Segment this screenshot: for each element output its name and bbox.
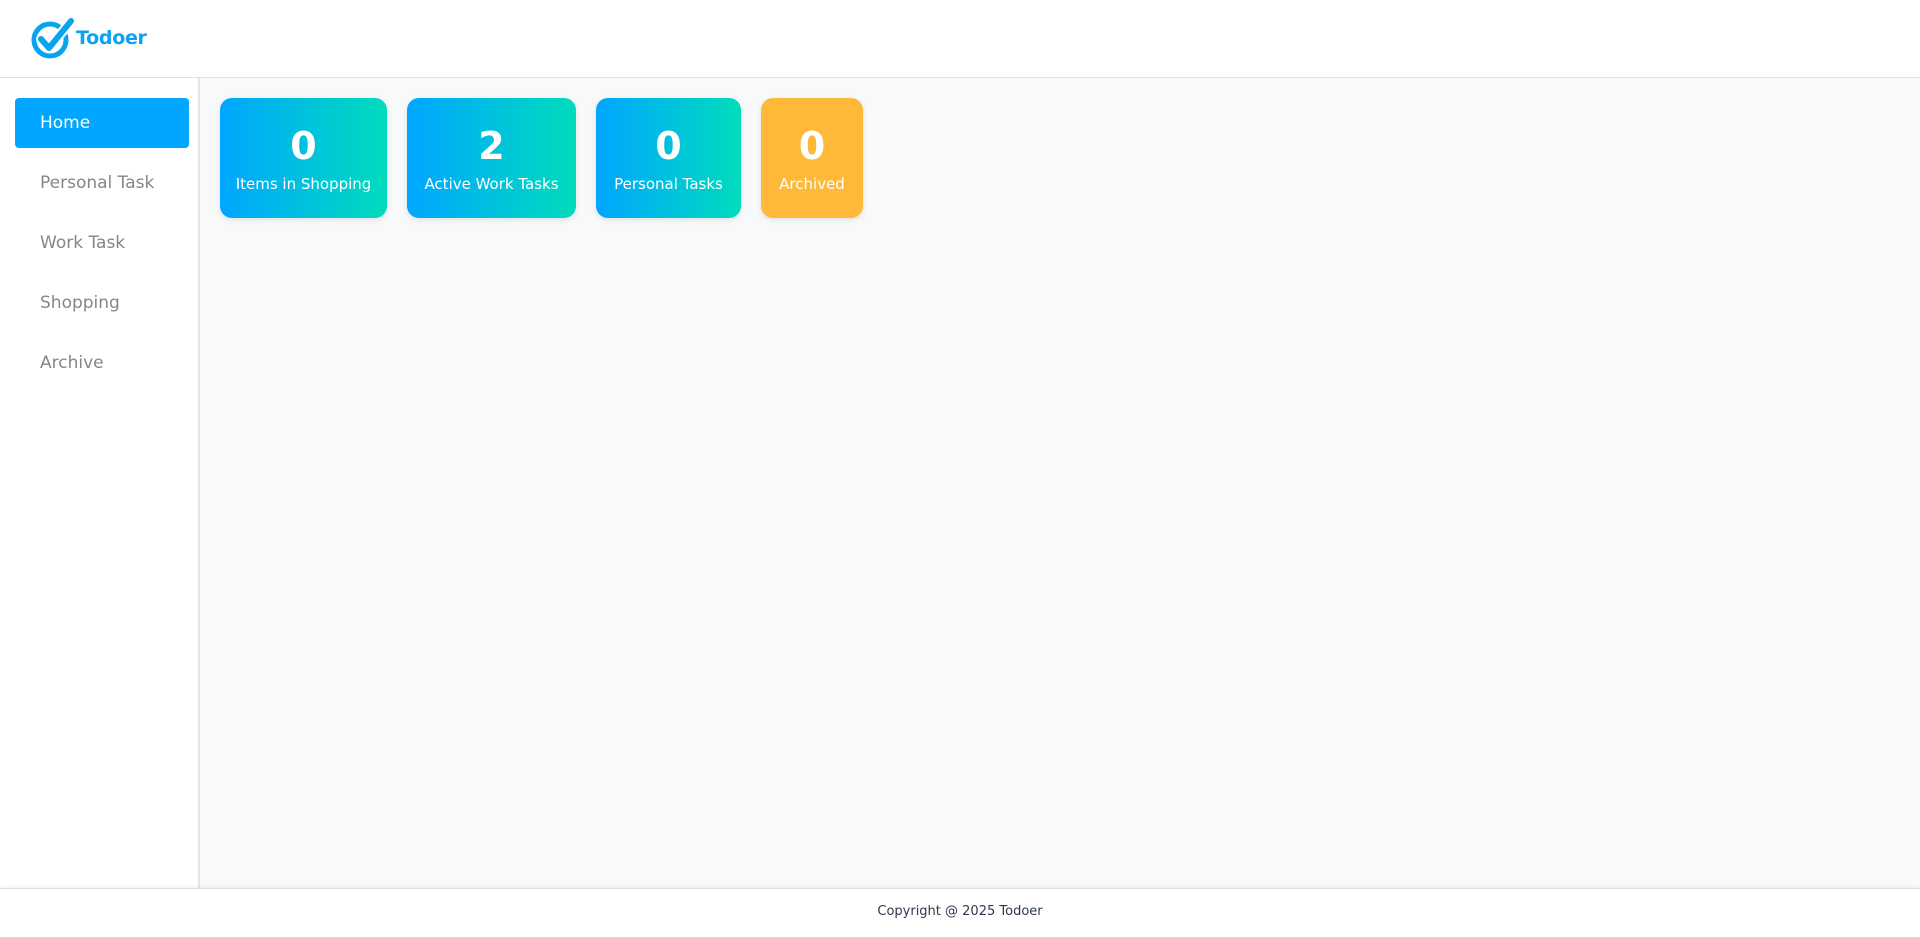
sidebar-item-personal-task[interactable]: Personal Task bbox=[15, 158, 189, 208]
stat-value: 0 bbox=[290, 124, 317, 168]
sidebar-item-work-task[interactable]: Work Task bbox=[15, 218, 189, 268]
stat-value: 0 bbox=[798, 124, 826, 168]
logo[interactable]: Todoer bbox=[31, 17, 147, 59]
stat-label: Active Work Tasks bbox=[424, 175, 559, 193]
stat-card-archived[interactable]: 0 Archived bbox=[761, 98, 863, 218]
copyright-text: Copyright @ 2025 Todoer bbox=[877, 903, 1043, 919]
sidebar-item-home[interactable]: Home bbox=[15, 98, 189, 148]
sidebar-item-shopping[interactable]: Shopping bbox=[15, 278, 189, 328]
stat-label: Archived bbox=[779, 175, 845, 193]
footer: Copyright @ 2025 Todoer bbox=[0, 888, 1920, 937]
stat-card-work-tasks[interactable]: 2 Active Work Tasks bbox=[407, 98, 576, 218]
main-content: 0 Items in Shopping 2 Active Work Tasks … bbox=[200, 78, 1920, 888]
stat-value: 2 bbox=[478, 124, 505, 168]
check-circle-icon bbox=[31, 17, 75, 59]
stat-label: Personal Tasks bbox=[614, 175, 723, 193]
stat-card-shopping[interactable]: 0 Items in Shopping bbox=[220, 98, 387, 218]
stat-value: 0 bbox=[655, 124, 682, 168]
sidebar: Home Personal Task Work Task Shopping Ar… bbox=[0, 78, 200, 888]
sidebar-item-archive[interactable]: Archive bbox=[15, 338, 189, 388]
stat-card-personal-tasks[interactable]: 0 Personal Tasks bbox=[596, 98, 741, 218]
logo-text: Todoer bbox=[76, 27, 147, 49]
stat-label: Items in Shopping bbox=[235, 175, 372, 193]
top-header: Todoer bbox=[0, 0, 1920, 78]
